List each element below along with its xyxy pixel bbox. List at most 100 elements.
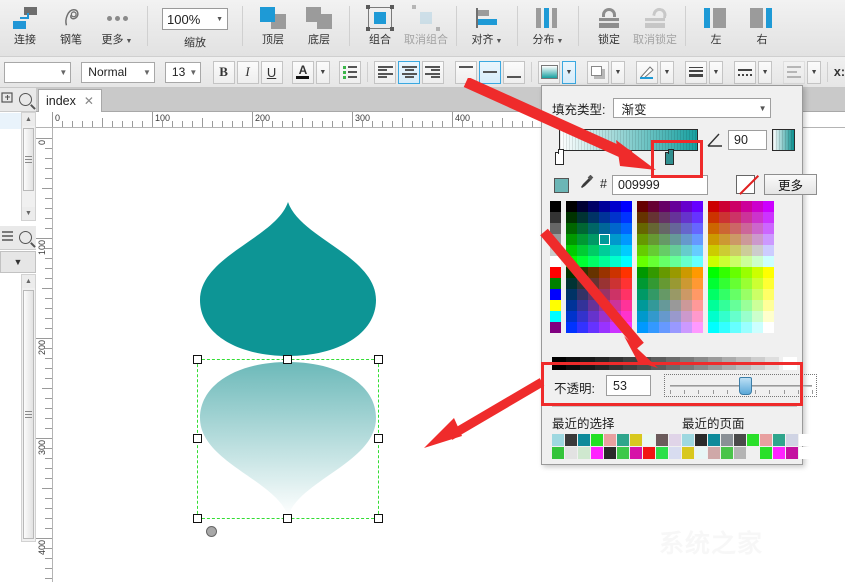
recent-color-swatch[interactable] — [591, 434, 603, 446]
color-swatch[interactable] — [588, 201, 599, 212]
recent-color-swatch[interactable] — [760, 434, 772, 446]
recent-color-swatch[interactable] — [734, 447, 746, 459]
color-swatch[interactable] — [741, 201, 752, 212]
color-swatch[interactable] — [708, 278, 719, 289]
color-swatch[interactable] — [763, 300, 774, 311]
toolbar-button-unlock[interactable]: 取消锁定 — [632, 0, 678, 55]
color-swatch[interactable] — [741, 256, 752, 267]
color-swatch[interactable] — [637, 212, 648, 223]
color-swatch[interactable] — [741, 300, 752, 311]
color-swatch[interactable] — [692, 256, 703, 267]
selection-bounding-box[interactable] — [197, 359, 379, 519]
recent-page-swatches[interactable] — [682, 434, 811, 459]
eyedropper-icon[interactable] — [578, 175, 594, 194]
selection-handle-w[interactable] — [193, 434, 202, 443]
color-swatch[interactable] — [621, 201, 632, 212]
recent-color-swatch[interactable] — [604, 434, 616, 446]
hex-color-input[interactable]: 009999 — [612, 175, 708, 195]
color-swatch[interactable] — [719, 311, 730, 322]
color-swatch[interactable] — [670, 212, 681, 223]
palette-column[interactable] — [681, 201, 692, 333]
current-color-swatch[interactable] — [554, 178, 569, 193]
selection-handle-se[interactable] — [374, 514, 383, 523]
color-swatch[interactable] — [719, 245, 730, 256]
color-swatch[interactable] — [670, 322, 681, 333]
color-swatch[interactable] — [692, 322, 703, 333]
recent-color-swatch[interactable] — [669, 447, 681, 459]
color-swatch[interactable] — [741, 289, 752, 300]
scrollbar-thumb[interactable] — [23, 128, 34, 191]
color-swatch[interactable] — [681, 256, 692, 267]
selection-handle-s[interactable] — [283, 514, 292, 523]
palette-column[interactable] — [692, 201, 703, 333]
scroll-down-icon[interactable]: ▼ — [22, 207, 35, 220]
text-spacing-dropdown[interactable]: ▼ — [807, 60, 821, 84]
color-swatch[interactable] — [621, 212, 632, 223]
recent-color-swatch[interactable] — [578, 434, 590, 446]
line-style-button[interactable] — [734, 60, 757, 84]
color-swatch[interactable] — [550, 212, 561, 223]
font-size-select[interactable]: 13 ▼ — [164, 61, 202, 83]
color-swatch[interactable] — [550, 201, 561, 212]
palette-column[interactable] — [763, 201, 774, 333]
recent-color-swatch[interactable] — [617, 434, 629, 446]
color-swatch[interactable] — [730, 289, 741, 300]
recent-color-swatch[interactable] — [643, 447, 655, 459]
color-swatch[interactable] — [610, 212, 621, 223]
color-swatch[interactable] — [692, 278, 703, 289]
bold-button[interactable]: B — [212, 60, 235, 84]
color-swatch[interactable] — [730, 201, 741, 212]
color-swatch[interactable] — [730, 212, 741, 223]
line-width-button[interactable] — [685, 60, 708, 84]
color-swatch[interactable] — [681, 245, 692, 256]
recent-color-swatch[interactable] — [747, 447, 759, 459]
search-icon[interactable] — [19, 231, 32, 244]
color-swatch[interactable] — [741, 234, 752, 245]
color-swatch[interactable] — [708, 267, 719, 278]
zoom-dropdown[interactable]: 100% ▼ — [162, 8, 228, 30]
color-swatch[interactable] — [670, 256, 681, 267]
color-swatch[interactable] — [741, 223, 752, 234]
color-swatch[interactable] — [599, 201, 610, 212]
recent-color-swatch[interactable] — [565, 434, 577, 446]
recent-color-swatch[interactable] — [773, 447, 785, 459]
color-swatch[interactable] — [708, 256, 719, 267]
tab-index[interactable]: index ✕ — [38, 89, 102, 112]
rotation-handle[interactable] — [206, 526, 217, 537]
color-swatch[interactable] — [752, 245, 763, 256]
color-swatch[interactable] — [670, 289, 681, 300]
align-right-button[interactable] — [422, 60, 444, 84]
selection-handle-sw[interactable] — [193, 514, 202, 523]
color-swatch[interactable] — [752, 278, 763, 289]
color-swatch[interactable] — [730, 267, 741, 278]
color-swatch[interactable] — [752, 234, 763, 245]
toolbar-button-align[interactable]: 对齐 ▼ — [464, 0, 510, 55]
color-swatch[interactable] — [752, 322, 763, 333]
recent-color-swatch[interactable] — [760, 447, 772, 459]
font-color-button[interactable]: A — [291, 60, 314, 84]
color-swatch[interactable] — [670, 311, 681, 322]
color-swatch[interactable] — [730, 322, 741, 333]
color-swatch[interactable] — [566, 212, 577, 223]
color-swatch[interactable] — [763, 322, 774, 333]
color-swatch[interactable] — [610, 201, 621, 212]
toolbar-button-group[interactable]: 组合 — [357, 0, 403, 55]
color-swatch[interactable] — [752, 212, 763, 223]
color-swatch[interactable] — [637, 201, 648, 212]
color-swatch[interactable] — [708, 289, 719, 300]
color-swatch[interactable] — [681, 322, 692, 333]
recent-color-swatch[interactable] — [682, 434, 694, 446]
color-swatch[interactable] — [719, 201, 730, 212]
color-swatch[interactable] — [599, 234, 610, 245]
recent-color-swatch[interactable] — [552, 434, 564, 446]
color-swatch[interactable] — [741, 278, 752, 289]
color-swatch[interactable] — [708, 234, 719, 245]
toolbar-button-ungroup[interactable]: 取消组合 — [403, 0, 449, 55]
color-swatch[interactable] — [692, 311, 703, 322]
color-swatch[interactable] — [648, 212, 659, 223]
gradient-angle-input[interactable]: 90 — [728, 130, 767, 150]
color-swatch[interactable] — [670, 245, 681, 256]
color-swatch[interactable] — [730, 234, 741, 245]
color-swatch[interactable] — [719, 267, 730, 278]
no-color-icon[interactable] — [736, 175, 755, 194]
